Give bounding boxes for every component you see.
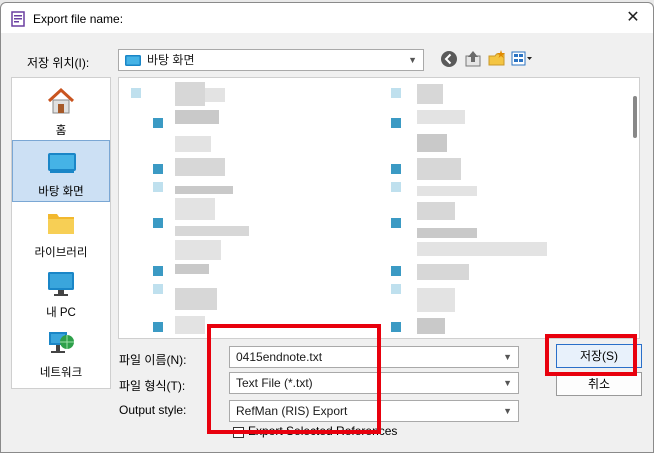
file-item-blur[interactable] xyxy=(175,198,215,220)
file-item-blur[interactable] xyxy=(175,226,249,236)
place-home[interactable]: 홈 xyxy=(12,80,110,142)
file-item-blur[interactable] xyxy=(417,134,447,152)
file-item-blur[interactable] xyxy=(417,202,455,220)
location-value: 바탕 화면 xyxy=(147,53,195,67)
place-label-desktop: 바탕 화면 xyxy=(38,186,84,198)
file-icon xyxy=(131,88,141,98)
file-icon xyxy=(153,164,163,174)
highlight-box-save xyxy=(545,334,637,376)
file-item-blur[interactable] xyxy=(175,316,205,334)
place-desktop[interactable]: 바탕 화면 xyxy=(12,140,110,202)
file-icon xyxy=(153,266,163,276)
file-icon xyxy=(391,164,401,174)
pc-icon xyxy=(48,272,74,296)
desktop-small-icon xyxy=(125,55,141,66)
network-icon xyxy=(49,332,74,353)
file-icon xyxy=(153,322,163,332)
file-item-blur[interactable] xyxy=(417,318,445,334)
filename-label: 파일 이름(N): xyxy=(119,353,187,367)
endnote-app-icon xyxy=(11,11,25,27)
back-icon[interactable] xyxy=(439,49,459,69)
view-menu-icon[interactable] xyxy=(511,49,533,69)
places-bar: 홈 바탕 화면 라이브러리 내 PC 네트워크 xyxy=(11,77,111,389)
chevron-down-icon[interactable]: ▼ xyxy=(503,347,512,367)
place-network[interactable]: 네트워크 xyxy=(12,322,110,384)
file-item-blur[interactable] xyxy=(175,264,209,274)
file-item-blur[interactable] xyxy=(417,110,465,124)
place-label-home: 홈 xyxy=(55,125,67,137)
file-icon xyxy=(391,218,401,228)
file-icon xyxy=(391,284,401,294)
chevron-down-icon: ▼ xyxy=(503,406,512,416)
close-button[interactable]: ✕ xyxy=(621,7,645,29)
file-icon xyxy=(153,118,163,128)
desktop-icon xyxy=(48,153,76,173)
output-style-label: Output style: xyxy=(119,403,187,417)
file-item-blur[interactable] xyxy=(417,158,461,180)
place-libraries[interactable]: 라이브러리 xyxy=(12,202,110,264)
dialog-title: Export file name: xyxy=(33,12,124,26)
file-item-blur[interactable] xyxy=(417,228,477,238)
place-label-this-pc: 내 PC xyxy=(46,307,76,319)
file-item-blur[interactable] xyxy=(175,136,211,152)
file-icon xyxy=(153,284,163,294)
scrollbar-thumb[interactable] xyxy=(633,96,637,138)
file-icon xyxy=(391,182,401,192)
file-item-blur[interactable] xyxy=(417,84,443,104)
file-item-blur[interactable] xyxy=(417,288,455,312)
file-item-blur[interactable] xyxy=(175,82,205,106)
file-item-blur[interactable] xyxy=(175,158,225,176)
file-item-blur[interactable] xyxy=(175,110,219,124)
highlight-box-fields xyxy=(207,324,381,434)
chevron-down-icon: ▼ xyxy=(503,378,512,388)
up-folder-icon[interactable] xyxy=(463,49,483,69)
home-icon xyxy=(47,87,75,114)
file-item-blur[interactable] xyxy=(175,240,221,260)
file-icon xyxy=(391,322,401,332)
file-item-blur[interactable] xyxy=(417,242,547,256)
chevron-down-icon: ▼ xyxy=(408,55,417,65)
place-label-libraries: 라이브러리 xyxy=(34,247,88,259)
file-icon xyxy=(153,182,163,192)
file-item-blur[interactable] xyxy=(417,264,469,280)
place-this-pc[interactable]: 내 PC xyxy=(12,262,110,324)
location-select[interactable]: 바탕 화면 ▼ xyxy=(118,49,424,71)
file-item-blur[interactable] xyxy=(205,88,225,102)
file-item-blur[interactable] xyxy=(417,186,477,196)
place-label-network: 네트워크 xyxy=(39,367,83,379)
location-label: 저장 위치(I): xyxy=(27,56,90,70)
file-item-blur[interactable] xyxy=(175,186,233,194)
title-bar: Export file name: ✕ xyxy=(1,3,653,33)
file-item-blur[interactable] xyxy=(175,288,217,310)
file-list[interactable] xyxy=(118,77,640,339)
file-icon xyxy=(391,118,401,128)
file-icon xyxy=(153,218,163,228)
new-folder-icon[interactable] xyxy=(487,49,507,69)
filetype-label: 파일 형식(T): xyxy=(119,379,186,393)
file-icon xyxy=(391,266,401,276)
file-icon xyxy=(391,88,401,98)
folder-icon xyxy=(48,214,74,234)
